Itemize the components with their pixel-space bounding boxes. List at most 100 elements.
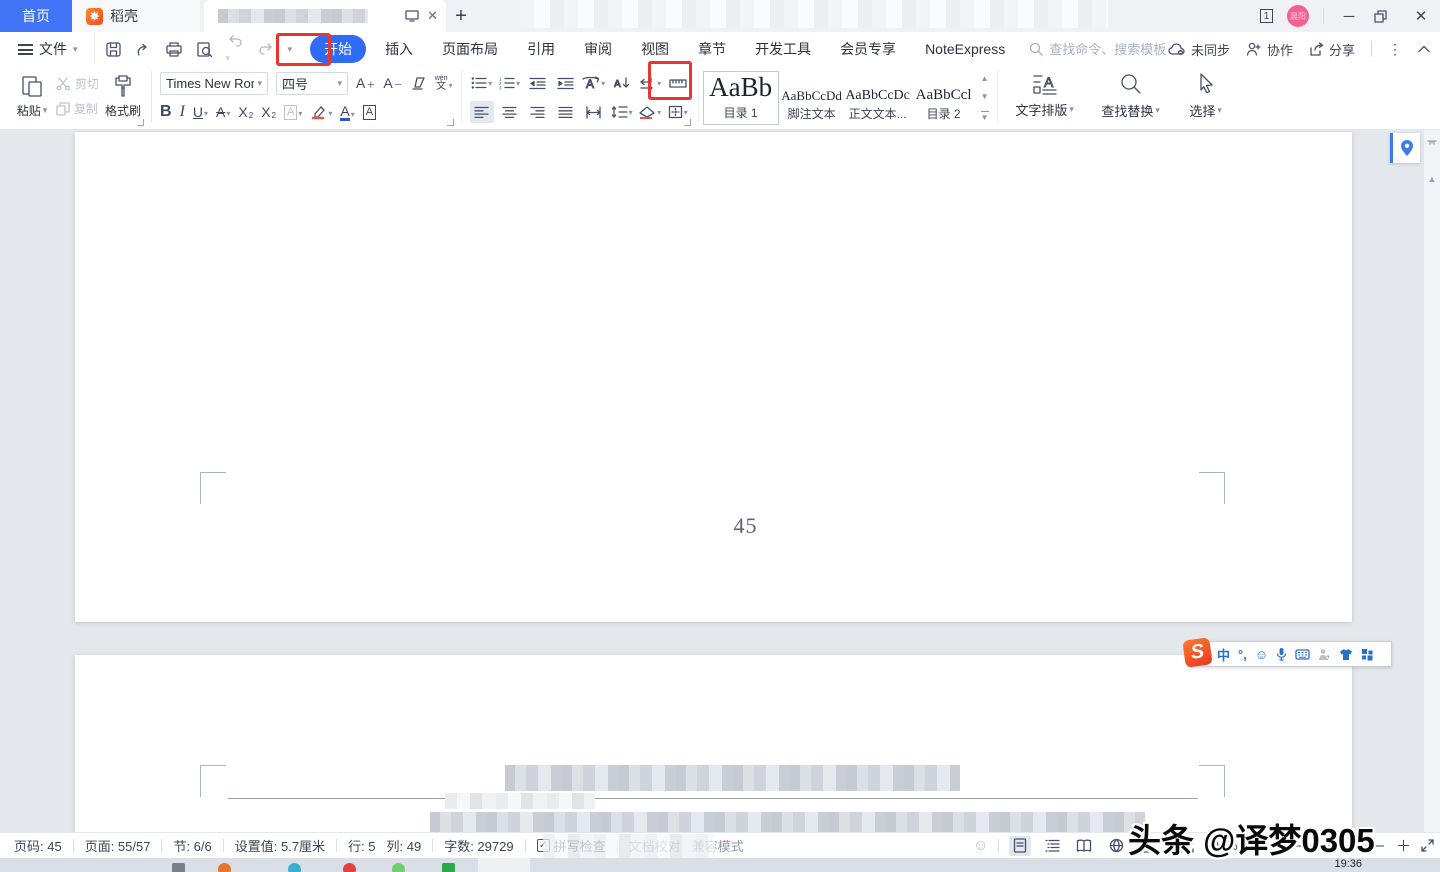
text-layout-button[interactable]: A 文字排版▾ [1002,66,1088,126]
print-icon[interactable] [165,41,183,57]
page-view-icon[interactable] [1009,836,1031,856]
tab-docer[interactable]: ❋ 稻壳 [72,0,200,32]
pinyin-guide-icon[interactable]: wén文▾ [435,75,453,92]
share-button[interactable]: 分享 [1309,40,1355,59]
document-page-46[interactable] [75,655,1352,832]
underline-icon[interactable]: U▾ [193,104,208,120]
tab-review[interactable]: 审阅 [574,35,622,63]
fullscreen-icon[interactable] [1421,839,1434,852]
align-right-icon[interactable] [526,101,550,123]
ime-custom-icon[interactable]: ? [1318,648,1331,661]
increase-indent-icon[interactable] [554,72,578,94]
tab-view[interactable]: 视图 [631,35,679,63]
font-dialog-launcher[interactable] [447,119,454,126]
scroll-up-icon[interactable]: ▲ [1428,174,1437,184]
find-replace-button[interactable]: 查找替换▾ [1088,66,1174,126]
line-spacing-icon[interactable]: ▾ [610,101,634,123]
redo-icon[interactable] [257,42,275,56]
character-scale-icon[interactable]: A▾ [582,72,606,94]
select-button[interactable]: 选择▾ [1174,66,1238,126]
copy-button[interactable]: 复制 [56,100,99,117]
character-border-icon[interactable]: A [363,105,376,120]
export-pdf-icon[interactable] [135,41,152,58]
undo-icon[interactable]: ▾ [226,34,244,64]
ruler-toggle-icon[interactable] [1427,138,1437,148]
window-manager-icon[interactable]: 1 [1260,9,1273,23]
clear-format-icon[interactable] [411,76,427,91]
ime-mode-toggle[interactable]: 中 [1217,645,1230,664]
sync-status[interactable]: 未同步 [1168,40,1230,59]
taskbar-active-app[interactable] [478,858,530,872]
strikethrough-icon[interactable]: A▾ [216,104,230,120]
vertical-scrollbar[interactable]: ▲ [1424,130,1440,832]
highlight-color-icon[interactable]: ▾ [310,104,332,120]
minimize-button[interactable]: ─ [1338,8,1360,25]
tab-insert[interactable]: 插入 [375,35,423,63]
tab-home[interactable]: 首页 [0,0,72,32]
decrease-indent-icon[interactable] [526,72,550,94]
tab-document[interactable]: ✕ [204,0,446,32]
more-options-icon[interactable]: ⋮ [1388,41,1402,58]
tab-membership[interactable]: 会员专享 [830,35,906,63]
ime-keyboard-icon[interactable] [1295,649,1310,660]
cut-button[interactable]: 剪切 [56,75,99,92]
new-tab-button[interactable]: + [446,0,476,32]
styles-expand-icon[interactable]: ▼ [981,111,989,122]
collaborate-button[interactable]: 协作 [1246,40,1293,59]
tab-references[interactable]: 引用 [517,35,565,63]
decrease-font-icon[interactable]: A－ [383,75,402,91]
taskbar-app-icon[interactable] [343,863,356,872]
subscript-icon[interactable]: X2 [261,104,276,120]
web-view-icon[interactable] [1105,836,1127,856]
navigation-pin-button[interactable] [1390,133,1420,163]
justify-icon[interactable] [554,101,578,123]
ime-skin-icon[interactable] [1339,648,1353,661]
document-page-45[interactable]: 45 [75,132,1352,622]
present-mode-icon[interactable] [405,10,419,22]
ime-mic-icon[interactable] [1276,647,1287,661]
close-document-icon[interactable]: ✕ [427,8,438,24]
taskbar-app-icon[interactable] [288,863,301,872]
ime-emoji-icon[interactable]: ☺ [1255,647,1268,662]
paste-button[interactable]: 粘贴▾ [8,66,56,126]
sort-icon[interactable]: A [610,72,634,94]
font-color-icon[interactable]: A▾ [340,104,354,121]
numbered-list-icon[interactable]: 123▾ [498,72,522,94]
status-word-count[interactable]: 字数: 29729 [444,836,513,855]
align-center-icon[interactable] [498,101,522,123]
font-size-combo[interactable]: 四号▾ [276,72,348,95]
avatar[interactable]: 晨阳 [1287,5,1309,27]
bold-icon[interactable]: B [160,103,172,121]
tab-section[interactable]: 章节 [688,35,736,63]
collapse-ribbon-icon[interactable] [1418,45,1430,53]
outline-view-icon[interactable] [1041,836,1063,856]
taskbar-app-icon[interactable] [172,863,185,872]
restore-button[interactable] [1374,10,1396,23]
zoom-in-button[interactable]: ＋ [1396,835,1411,856]
ime-punctuation-icon[interactable]: °, [1238,647,1247,662]
tab-developer[interactable]: 开发工具 [745,35,821,63]
eye-protect-icon[interactable]: ☺ [973,837,988,854]
style-toc2[interactable]: AaBbCcl 目录 2 [911,71,977,125]
format-painter-button[interactable]: 格式刷 [99,66,147,126]
style-footnote[interactable]: AaBbCcDd 脚注文本 [779,71,845,125]
read-mode-icon[interactable] [1073,836,1095,856]
bullet-list-icon[interactable]: ▾ [470,72,494,94]
save-icon[interactable] [105,41,122,58]
distribute-icon[interactable] [582,101,606,123]
shading-icon[interactable]: ▾ [638,101,662,123]
tab-noteexpress[interactable]: NoteExpress [915,37,1015,61]
font-name-combo[interactable]: Times New Roma▾ [160,72,268,95]
paragraph-dialog-launcher[interactable] [684,119,691,126]
clipboard-dialog-launcher[interactable] [137,119,144,126]
style-toc1[interactable]: AaBb 目录 1 [703,71,779,125]
styles-scroll-down-icon[interactable]: ▼ [981,92,989,101]
close-button[interactable]: ✕ [1410,7,1432,25]
taskbar-app-icon[interactable] [392,863,405,872]
taskbar-app-icon[interactable] [218,863,231,872]
taskbar-app-icon[interactable] [442,863,455,872]
file-menu-button[interactable]: 文件 ▾ [0,39,88,59]
print-preview-icon[interactable] [196,41,213,58]
superscript-icon[interactable]: X2 [238,104,253,120]
increase-font-icon[interactable]: A＋ [356,75,375,91]
